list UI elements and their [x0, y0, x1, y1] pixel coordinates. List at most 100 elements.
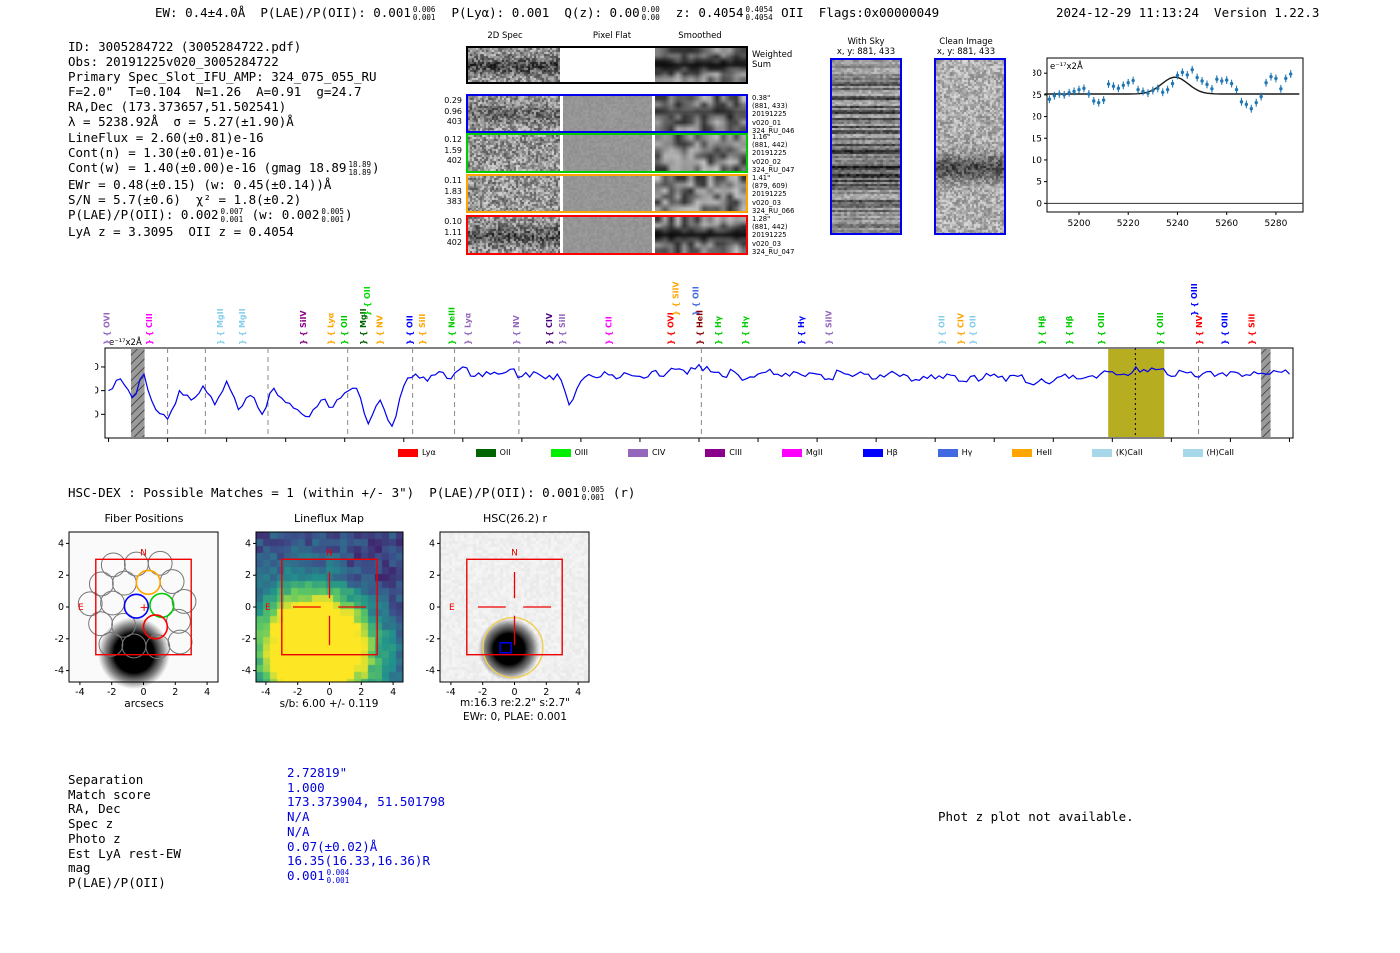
fiber-weight-value: 0.10 [444, 217, 462, 226]
legend-label: CIV [651, 448, 666, 457]
spectrum-ytick: 20 [95, 386, 99, 397]
fiber-id-line: v020_02 [752, 157, 782, 166]
legend-item: CIII [705, 448, 742, 457]
masked-band [130, 349, 145, 437]
spectrum-data-point [1224, 78, 1229, 82]
clean-image-title: Clean Image [939, 37, 993, 47]
line-label-siiv: } { SiIV [824, 310, 833, 345]
weighted-sum-line: Sum [752, 60, 772, 70]
match-row-value: 2.72819" [287, 765, 445, 781]
spectrum-data-point [1274, 76, 1278, 81]
fiber-ytick: 0 [58, 602, 64, 613]
match-row-value: 173.373904, 51.501798 [287, 795, 445, 810]
hsc-ytick: 0 [429, 602, 435, 613]
spectrum-data-point [1239, 100, 1244, 104]
text-segment: Cont(n) = 1.30(±0.01)e-16 [68, 144, 257, 160]
uncertainty-stack: 0.00 0.00 [642, 6, 660, 22]
fiber-ytick: -4 [55, 666, 64, 677]
spectrum-data-point [1067, 91, 1071, 95]
inset-svg: 0 5 10 15 20 25 30 5200 5220 5240 5260 5280 e⁻¹⁷x2Å [1031, 57, 1304, 229]
line-label-neiii: } { NeIII [448, 307, 457, 345]
spectrum-data-point [1259, 94, 1263, 99]
hsc-east-label: E [449, 603, 455, 613]
line-label-heii: } { HeII [696, 310, 705, 345]
inset-ytick: 25 [1033, 91, 1042, 101]
spectrum-data-point [1165, 87, 1170, 92]
spectrum-data-point [1131, 78, 1135, 83]
fiber-xtick: 0 [140, 687, 146, 698]
text-segment: EWr = 0.48(±0.15) (w: 0.45(±0.14))Å [68, 176, 332, 192]
fiber-id-labels: 0.38" (881, 433) 20191225 v020_01 324_RU_046 [752, 94, 812, 135]
smoothed-image [655, 48, 746, 82]
match-value-text: N/A [287, 809, 310, 825]
fiber-weight-labels: 0.29 0.96 403 [432, 96, 462, 128]
lineflux-map-panel: Lineflux Map -4 -4 -2 -2 0 0 2 2 4 4 N Es/b: 6.00 +/… [240, 512, 418, 722]
clean-image-cutout [934, 58, 1006, 235]
line-label-oiii: } { OIII [1156, 312, 1165, 345]
text-segment: ) [372, 159, 380, 175]
text-segment: F=2.0" T=0.104 N=1.26 A=0.91 g=24.7 [68, 84, 362, 100]
fiber-id-line: 1.16" [752, 133, 771, 141]
spectrum-data-point [1047, 97, 1052, 101]
fiber-weight-value: 383 [446, 197, 462, 206]
info-line: S/N = 5.7(±0.6) χ² = 1.8(±0.2) [68, 192, 380, 207]
text-segment: S/N = 5.7(±0.6) χ² = 1.8(±0.2) [68, 191, 302, 207]
info-line: LineFlux = 2.60(±0.81)e-16 [68, 130, 380, 145]
report-header-stats: EW: 0.4±4.0Å P(LAE)/P(OII): 0.001 0.006 0.… [155, 5, 939, 22]
with-sky-xy: x, y: 881, 433 [836, 47, 896, 57]
legend-item: Lyα [398, 448, 436, 457]
match-table-labels: Separation Match score RA, Dec Spec z Photo … [68, 772, 181, 891]
line-label-hβ: } { Hβ [1037, 315, 1046, 345]
inset-xtick: 5240 [1166, 219, 1189, 229]
fiber-id-labels: 1.28" (881, 442) 20191225 v020_03 324_RU_047 [752, 215, 812, 256]
spectrum-data-point [1220, 79, 1224, 83]
with-sky-title: With Sky [847, 37, 885, 47]
line-label-oiii: } { OIII [1097, 312, 1106, 345]
spectrum-data-point [1254, 100, 1258, 105]
spectrum-data-point [1052, 94, 1057, 98]
text-segment: (r) [605, 485, 636, 500]
text-segment: HSC-DEX : Possible Matches = 1 (within +… [68, 485, 580, 500]
smoothed-image [655, 176, 746, 211]
line-label-civ: } { CIV [545, 312, 554, 345]
match-row-label: mag [68, 860, 91, 876]
legend-swatch [550, 448, 571, 457]
legend-swatch [937, 448, 958, 457]
line-label-siiv: } { SiIV [299, 310, 308, 345]
uncertainty-stack: 0.007 0.001 [221, 208, 244, 224]
match-row-value: 0.07(±0.02)Å [287, 839, 445, 855]
match-row-value: 0.001 0.004 0.001 [287, 868, 445, 885]
match-row-value: N/A [287, 824, 445, 840]
line-fit-inset-plot: 0 5 10 15 20 25 30 5200 5220 5240 5260 5280 e⁻¹⁷x2Å [1031, 48, 1333, 238]
fiber-weight-value: 0.96 [444, 106, 462, 116]
legend-item: (H)CaII [1182, 448, 1234, 457]
full-spectrum-plot: 3500360037003800390040004100420043004400… [86, 272, 1345, 456]
uncertainty-lo: 18.89 [348, 167, 372, 177]
spectrum-data-point [1087, 92, 1091, 96]
weighted-sum-label: Weighted Sum [752, 50, 792, 70]
spectrum-data-point [1185, 73, 1190, 77]
legend-label: Lyα [422, 448, 436, 457]
hsc-image-panel: HSC(26.2) r -4 -4 -2 -2 0 0 2 2 4 4 N Em:16.3 re:2.2… [425, 512, 605, 727]
spectrum-data-point [1146, 91, 1150, 95]
info-line: F=2.0" T=0.104 N=1.26 A=0.91 g=24.7 [68, 84, 380, 99]
fiber-id-line: 1.28" [752, 215, 771, 223]
spectrum-data-point [1160, 90, 1165, 94]
uncertainty-lo: 0.001 [321, 214, 344, 224]
fiber-weight-labels: 0.12 1.59 402 [432, 135, 462, 167]
inset-xtick: 5280 [1264, 219, 1287, 229]
uncertainty-lo: 0.4054 [745, 13, 773, 22]
spectrum-data-point [1180, 70, 1185, 75]
spectrum-data-point [1195, 75, 1199, 80]
photz-note: Phot z plot not available. [938, 809, 1134, 824]
uncertainty-stack: 18.89 18.89 [348, 161, 371, 177]
spectrum-units-annotation: e⁻¹⁷x2Å [109, 336, 142, 348]
legend-item: OIII [550, 448, 588, 457]
fiber-weight-value: 0.11 [444, 176, 462, 185]
line-label-oii: } { OII [938, 315, 947, 345]
text-segment: z: 0.4054 [660, 5, 744, 20]
line-label-oii: } { OII [340, 315, 349, 345]
lineflux-ytick: 0 [245, 602, 251, 613]
text-segment: EW: 0.4±4.0Å P(LAE)/P(OII): 0.001 [155, 5, 411, 20]
neighbor-galaxy-blob [97, 617, 170, 690]
